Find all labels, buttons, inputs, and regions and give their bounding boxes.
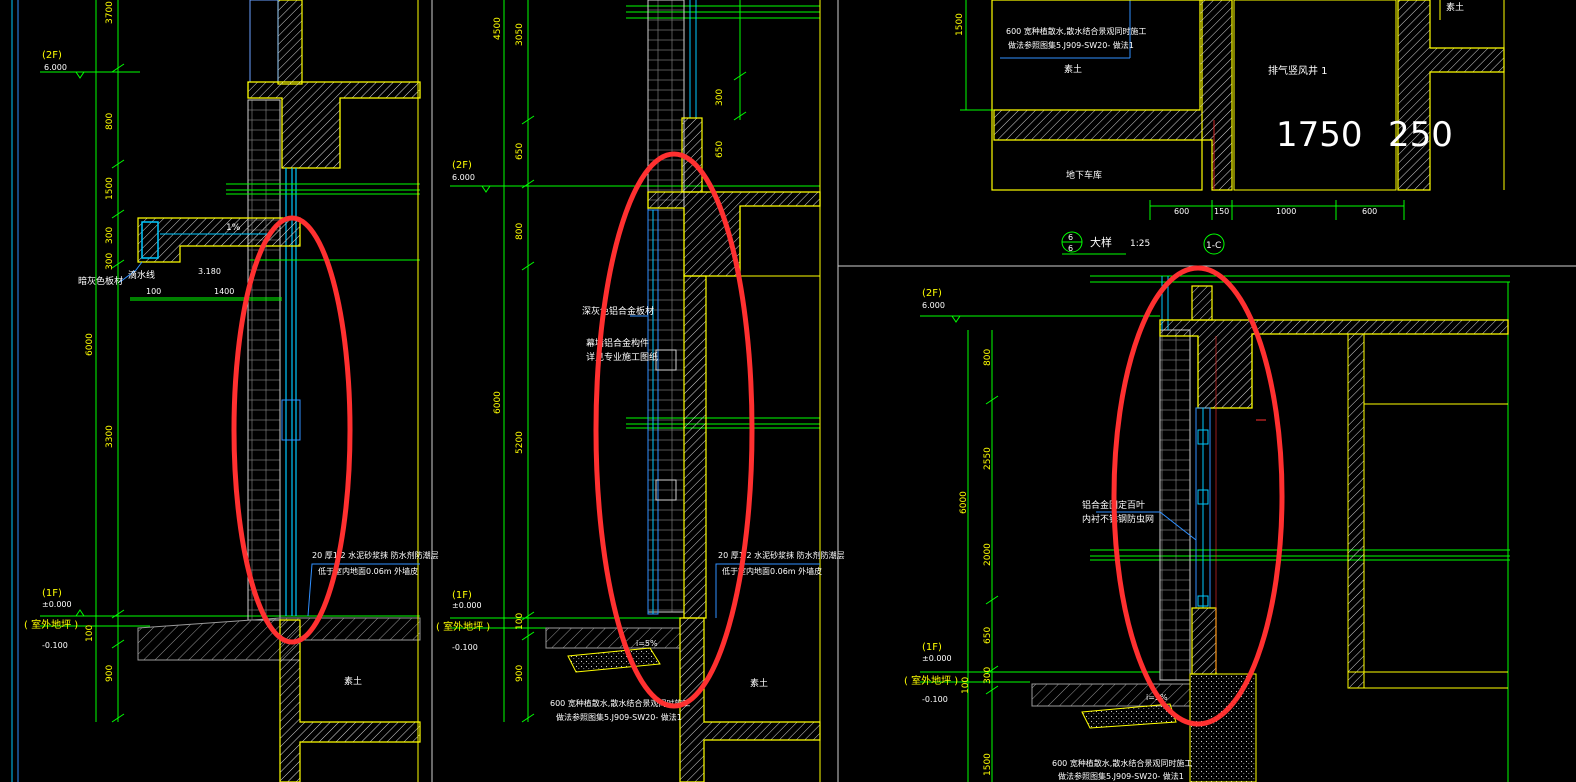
p2-slope-note: i=5%	[636, 639, 658, 648]
outdoor-floor-label: ( 室外地坪 )	[24, 618, 78, 631]
p3-bottom-dim-150: 150	[1214, 207, 1229, 216]
p4-bottom-line2: 做法参照图集5.J909-SW20- 做法1	[1058, 771, 1184, 781]
p2-dim-100: 100	[515, 613, 525, 630]
p2-dim-6000: 6000	[493, 391, 503, 414]
p4-dim-2550: 2550	[983, 447, 993, 470]
p2-label-frame1: 幕墙铝合金构件	[586, 337, 649, 349]
p2-note-line1: 20 厚1:2 水泥砂浆抹 防水剂防潮层	[718, 550, 845, 560]
p4-level-1f-elev: ±0.000	[922, 654, 952, 663]
p3-room-label: 排气竖风井 1	[1268, 64, 1328, 77]
level-2f-label: (2F)	[42, 50, 62, 61]
p3-detail-sheet: 6	[1068, 244, 1073, 253]
cad-drawing-canvas: 3700 800 1500 300 300 6000 3300 100 900 …	[11, 0, 1576, 782]
p4-dim-800: 800	[983, 349, 993, 366]
p3-big-dim-1750: 1750	[1276, 115, 1363, 155]
p3-note-line2: 做法参照图集5.J909-SW20- 做法1	[1008, 40, 1134, 50]
dim-text-1500: 1500	[105, 177, 115, 200]
p2-level-1f-elev: ±0.000	[452, 601, 482, 610]
p2-dim-5200: 5200	[515, 431, 525, 454]
p4-level-2f-elev: 6.000	[922, 301, 945, 310]
p2-dim-900: 900	[515, 665, 525, 682]
p4-outdoor-floor: ( 室外地坪 )	[904, 674, 958, 687]
dim-text-800: 800	[105, 113, 115, 130]
p3-dim-1500: 1500	[955, 13, 965, 36]
dim-text-300a: 300	[105, 227, 115, 244]
p3-bottom-dim-600b: 600	[1362, 207, 1377, 216]
p4-dim-100: 100	[961, 677, 971, 694]
p2-dim-3050: 3050	[515, 23, 525, 46]
dim-1400-label: 1400	[214, 287, 234, 296]
p3-detail-scale: 1:25	[1130, 239, 1150, 249]
dim-text-900: 900	[105, 665, 115, 682]
p2-dim-650a: 650	[515, 143, 525, 160]
p2-bottom-line2: 做法参照图集5.J909-SW20- 做法1	[556, 712, 682, 722]
p3-axis-label: 1-C	[1206, 241, 1221, 251]
p3-detail-number: 6	[1068, 233, 1073, 242]
p3-basement-label: 地下车库	[1066, 169, 1102, 181]
dim-text-3300: 3300	[105, 425, 115, 448]
p3-big-dim-250: 250	[1388, 115, 1453, 155]
p2-label-plate: 深灰色铝合金板材	[582, 305, 654, 317]
p2-level-1f: (1F)	[452, 590, 472, 601]
p2-dim-300: 300	[715, 89, 725, 106]
dim-text-3700: 3700	[105, 1, 115, 24]
p2-dim-800: 800	[515, 223, 525, 240]
p4-dim-6000: 6000	[959, 491, 969, 514]
p3-soil-label: 素土	[1064, 63, 1082, 75]
p2-level-2f: (2F)	[452, 160, 472, 171]
level-1f-elevation: ±0.000	[42, 600, 72, 609]
level-2f-elevation: 6.000	[44, 63, 67, 72]
p2-outdoor-elev: -0.100	[452, 643, 478, 652]
p4-dim-2000: 2000	[983, 543, 993, 566]
p4-outdoor-elev: -0.100	[922, 695, 948, 704]
section-panel-2: 4500 3050 300 650 650 800 6000 5200 100 …	[436, 0, 845, 782]
dim-100-label: 100	[146, 287, 161, 296]
p4-dim-1500: 1500	[983, 753, 993, 776]
p4-dim-300: 300	[983, 667, 993, 684]
p2-soil-label: 素土	[750, 677, 768, 689]
outdoor-floor-elevation: -0.100	[42, 641, 68, 650]
dim-text-300b: 300	[105, 253, 115, 270]
p4-level-2f: (2F)	[922, 288, 942, 299]
p3-corner-label: 素土	[1446, 1, 1464, 13]
p3-bottom-dim-1000: 1000	[1276, 207, 1296, 216]
p3-bottom-dim-600a: 600	[1174, 207, 1189, 216]
p2-note-line2: 低于室内地面0.06m 外墙皮	[722, 566, 822, 576]
label-color-board: 暗灰色板材	[78, 275, 123, 287]
section-panel-1: 3700 800 1500 300 300 6000 3300 100 900 …	[11, 0, 439, 782]
p4-bottom-line1: 600 宽种植散水,散水结合景观同时施工	[1052, 758, 1192, 768]
detail-panel-3: 1500 600 宽种植散水,散水结合景观同时施工 做法参照图集5.J909-S…	[838, 0, 1576, 267]
p2-dim-4500: 4500	[493, 17, 503, 40]
p4-level-1f: (1F)	[922, 642, 942, 653]
p2-outdoor-floor: ( 室外地坪 )	[436, 620, 490, 633]
canopy-elevation: 3.180	[198, 267, 221, 276]
wall-note-line1: 20 厚1:2 水泥砂浆抹 防水剂防潮层	[312, 550, 439, 560]
level-1f-label: (1F)	[42, 588, 62, 599]
label-drip-line: 滴水线	[128, 269, 155, 281]
dim-text-6000: 6000	[85, 333, 95, 356]
p4-window-label2: 内衬不锈钢防虫网	[1082, 513, 1154, 525]
p3-note-line1: 600 宽种植散水,散水结合景观同时施工	[1006, 26, 1146, 36]
p2-level-2f-elev: 6.000	[452, 173, 475, 182]
slope-label: 1%	[226, 223, 241, 233]
section-panel-4: (2F) 6.000 (1F) ±0.000 ( 室外地坪 ) -0.100 8…	[904, 265, 1510, 782]
p3-detail-title: 大样	[1090, 235, 1112, 249]
p2-dim-650b: 650	[715, 141, 725, 158]
soil-label-1: 素土	[344, 675, 362, 687]
p4-dim-650: 650	[983, 627, 993, 644]
dim-text-100: 100	[85, 625, 95, 642]
